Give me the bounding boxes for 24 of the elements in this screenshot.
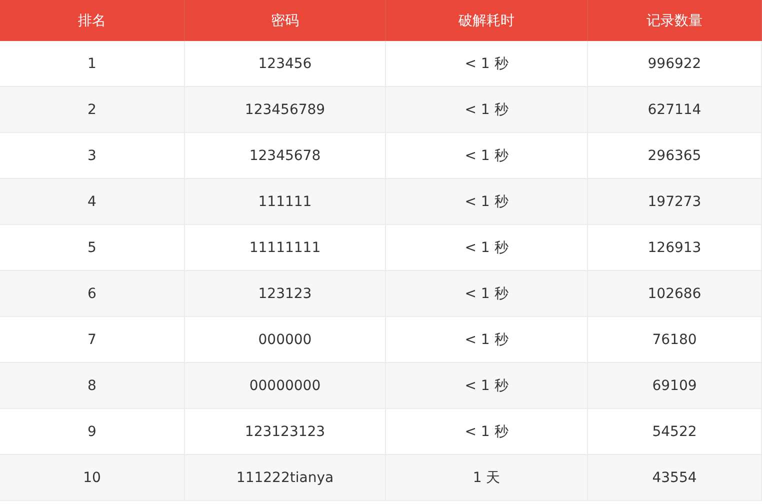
table-cell: 69109	[588, 362, 762, 408]
column-header: 排名	[0, 0, 184, 41]
table-cell: 1 天	[386, 454, 588, 500]
table-cell: 123456789	[184, 86, 386, 132]
table-cell: 8	[0, 362, 184, 408]
table-cell: 627114	[588, 86, 762, 132]
table-cell: 00000000	[184, 362, 386, 408]
table-cell: < 1 秒	[386, 86, 588, 132]
table-cell: 10	[0, 454, 184, 500]
table-cell: 123123	[184, 270, 386, 316]
column-header: 密码	[184, 0, 386, 41]
table-cell: < 1 秒	[386, 362, 588, 408]
table-cell: 4	[0, 178, 184, 224]
column-header: 记录数量	[588, 0, 762, 41]
table-cell: 111222tianya	[184, 454, 386, 500]
table-cell: 111111	[184, 178, 386, 224]
table-cell: 43554	[588, 454, 762, 500]
table-cell: < 1 秒	[386, 270, 588, 316]
column-header: 破解耗时	[386, 0, 588, 41]
table-cell: 6	[0, 270, 184, 316]
table-cell: < 1 秒	[386, 178, 588, 224]
table-cell: 2	[0, 86, 184, 132]
table-cell: 197273	[588, 178, 762, 224]
table-cell: 102686	[588, 270, 762, 316]
